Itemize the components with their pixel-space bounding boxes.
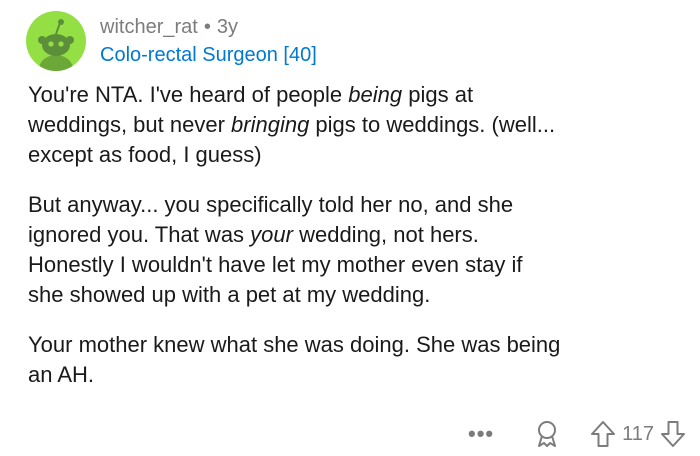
comment-meta: witcher_rat • 3y Colo-rectal Surgeon [40] <box>100 15 317 67</box>
text-line: ignored you. That was your wedding, not … <box>28 222 479 247</box>
upvote-arrow-icon <box>591 421 616 447</box>
snoo-avatar-icon <box>38 19 74 71</box>
comment-paragraph: You're NTA. I've heard of people being p… <box>28 80 688 170</box>
more-options-icon[interactable]: ••• <box>468 421 494 447</box>
comment-header: witcher_rat • 3y Colo-rectal Surgeon [40] <box>26 8 317 74</box>
text-line: she showed up with a pet at my wedding. <box>28 282 431 307</box>
meta-line: witcher_rat • 3y <box>100 15 317 39</box>
comment-paragraph: Your mother knew what she was doing. She… <box>28 330 688 390</box>
text-line: except as food, I guess) <box>28 142 262 167</box>
comment: witcher_rat • 3y Colo-rectal Surgeon [40] … <box>0 0 700 456</box>
username[interactable]: witcher_rat <box>100 16 198 38</box>
downvote-arrow-icon <box>661 421 685 447</box>
comment-age: 3y <box>216 16 238 38</box>
separator-dot: • <box>203 16 211 38</box>
downvote-button[interactable] <box>660 420 686 448</box>
text-line: an AH. <box>28 362 95 387</box>
text-line: Honestly I wouldn't have let my mother e… <box>28 252 523 277</box>
comment-paragraph: But anyway... you specifically told her … <box>28 190 688 310</box>
award-button[interactable] <box>534 420 560 448</box>
text-line: weddings, but never bringing pigs to wed… <box>28 112 556 137</box>
award-icon <box>538 421 557 447</box>
avatar[interactable] <box>26 11 86 71</box>
user-flair: Colo-rectal Surgeon [40] <box>100 44 317 66</box>
vote-score: 117 <box>622 422 654 445</box>
text-line: But anyway... you specifically told her … <box>28 192 514 217</box>
text-line: Your mother knew what she was doing. She… <box>28 332 561 357</box>
comment-actions: ••• 117 <box>468 418 686 450</box>
text-line: You're NTA. I've heard of people being p… <box>28 82 474 107</box>
comment-body: You're NTA. I've heard of people being p… <box>28 80 688 410</box>
upvote-button[interactable] <box>590 420 616 448</box>
